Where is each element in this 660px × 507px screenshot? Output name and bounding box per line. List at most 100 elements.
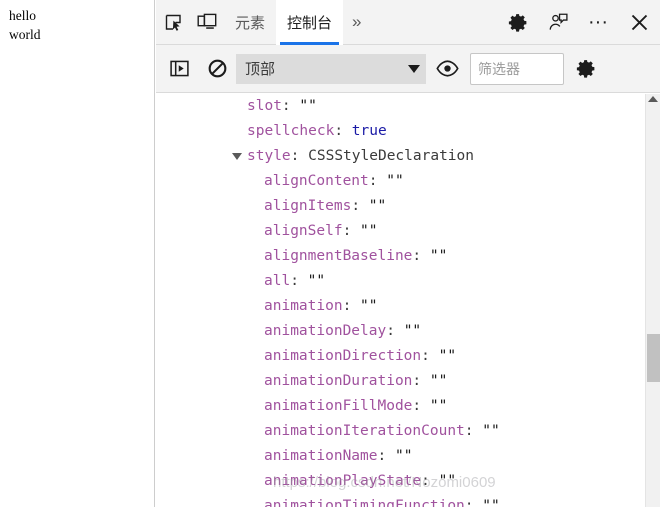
scrollbar-thumb[interactable] — [647, 334, 660, 382]
gear-icon[interactable] — [498, 0, 538, 44]
expander-triangle-icon[interactable] — [232, 153, 242, 160]
property-value: "" — [403, 323, 422, 339]
devtools-tabbar: 元素 控制台 » ··· — [156, 0, 660, 45]
property-colon: : — [368, 173, 387, 189]
clear-console-icon[interactable] — [198, 46, 236, 92]
property-text: slot: "" — [247, 94, 317, 119]
property-name: animationFillMode — [264, 398, 413, 414]
property-row[interactable]: style: CSSStyleDeclaration — [156, 144, 646, 169]
page-line: world — [9, 27, 41, 42]
property-value: "" — [360, 298, 378, 314]
more-options-menu-button[interactable]: ··· — [578, 0, 618, 44]
property-colon: : — [342, 298, 361, 314]
close-icon[interactable] — [618, 0, 660, 44]
property-row[interactable]: animationFillMode: "" — [156, 394, 646, 419]
property-value[interactable]: CSSStyleDeclaration — [308, 148, 474, 164]
property-text: alignSelf: "" — [264, 219, 378, 244]
property-name: animationDelay — [264, 323, 387, 339]
property-row[interactable]: animation: "" — [156, 294, 646, 319]
property-colon: : — [342, 223, 361, 239]
property-name: style — [247, 148, 291, 164]
property-colon: : — [290, 148, 309, 164]
property-row[interactable]: animationDelay: "" — [156, 319, 646, 344]
console-filter-input[interactable] — [470, 52, 564, 85]
console-scrollbar[interactable] — [645, 94, 660, 507]
scroll-up-arrow-icon[interactable] — [648, 96, 658, 102]
console-sidebar-icon[interactable] — [160, 46, 198, 92]
property-value: "" — [429, 373, 448, 389]
property-row[interactable]: slot: "" — [156, 94, 646, 119]
execution-context-label: 顶部 — [245, 61, 276, 78]
tab-elements[interactable]: 元素 — [224, 0, 276, 45]
property-text: alignmentBaseline: "" — [264, 244, 447, 269]
property-row[interactable]: animationName: "" — [156, 444, 646, 469]
feedback-person-icon[interactable] — [538, 0, 578, 44]
property-value: "" — [438, 348, 457, 364]
property-text: animationDelay: "" — [264, 319, 421, 344]
property-colon: : — [281, 98, 300, 114]
console-toolbar: 顶部 — [156, 45, 660, 93]
property-row[interactable]: spellcheck: true — [156, 119, 646, 144]
property-name: animationDirection — [264, 348, 422, 364]
object-property-list: slot: "" spellcheck: true style: CSSStyleD… — [156, 94, 646, 507]
property-colon: : — [377, 448, 395, 464]
property-colon: : — [412, 398, 430, 414]
property-name: animationPlayState — [264, 473, 422, 489]
console-settings-gear-icon[interactable] — [564, 46, 608, 92]
property-value: "" — [438, 473, 457, 489]
property-value: "" — [394, 448, 413, 464]
property-value: "" — [429, 248, 448, 264]
property-text: animationPlayState: "" — [264, 469, 456, 494]
property-name: alignmentBaseline — [264, 248, 413, 264]
property-row[interactable]: animationIterationCount: "" — [156, 419, 646, 444]
property-colon: : — [464, 498, 483, 507]
property-value: "" — [307, 273, 326, 289]
property-row[interactable]: animationPlayState: "" — [156, 469, 646, 494]
property-row[interactable]: animationDirection: "" — [156, 344, 646, 369]
inspect-cursor-icon[interactable] — [156, 0, 190, 44]
property-colon: : — [421, 348, 439, 364]
property-name: alignSelf — [264, 223, 343, 239]
property-row[interactable]: animationDuration: "" — [156, 369, 646, 394]
property-colon: : — [464, 423, 483, 439]
property-colon: : — [290, 273, 308, 289]
property-name: alignItems — [264, 198, 352, 214]
property-row[interactable]: animationTimingFunction: "" — [156, 494, 646, 507]
property-colon: : — [386, 323, 404, 339]
property-name: animationTimingFunction — [264, 498, 465, 507]
devtools-screenshot: hello world 元素 控制台 » ··· 顶部 筛选器 slot: ""… — [0, 0, 660, 507]
property-name: animation — [264, 298, 343, 314]
property-text: spellcheck: true — [247, 119, 387, 144]
console-output-area[interactable]: slot: "" spellcheck: true style: CSSStyleD… — [156, 94, 660, 507]
page-line: hello — [9, 8, 36, 23]
property-value: true — [351, 123, 387, 139]
property-row[interactable]: alignmentBaseline: "" — [156, 244, 646, 269]
more-tabs-chevron-icon[interactable]: » — [343, 0, 370, 44]
property-colon: : — [412, 373, 430, 389]
property-value: "" — [299, 98, 317, 114]
property-colon: : — [421, 473, 439, 489]
execution-context-select[interactable]: 顶部 — [236, 53, 426, 84]
property-row[interactable]: alignSelf: "" — [156, 219, 646, 244]
property-colon: : — [351, 198, 369, 214]
property-text: animationIterationCount: "" — [264, 419, 500, 444]
property-text: animationTimingFunction: "" — [264, 494, 500, 507]
property-value: "" — [368, 198, 387, 214]
property-value: "" — [429, 398, 448, 414]
tab-elements-label: 元素 — [235, 14, 266, 32]
property-row[interactable]: alignContent: "" — [156, 169, 646, 194]
more-tabs-label: » — [352, 12, 362, 31]
property-row[interactable]: alignItems: "" — [156, 194, 646, 219]
property-text: animationFillMode: "" — [264, 394, 447, 419]
property-name: slot — [247, 98, 282, 114]
property-text: animationDuration: "" — [264, 369, 447, 394]
property-value: "" — [386, 173, 404, 189]
property-row[interactable]: all: "" — [156, 269, 646, 294]
property-name: animationIterationCount — [264, 423, 465, 439]
property-colon: : — [334, 123, 352, 139]
property-colon: : — [412, 248, 430, 264]
tab-console[interactable]: 控制台 — [276, 0, 344, 45]
device-toolbar-icon[interactable] — [190, 0, 224, 44]
property-value: "" — [360, 223, 378, 239]
live-expression-eye-icon[interactable] — [426, 46, 468, 92]
